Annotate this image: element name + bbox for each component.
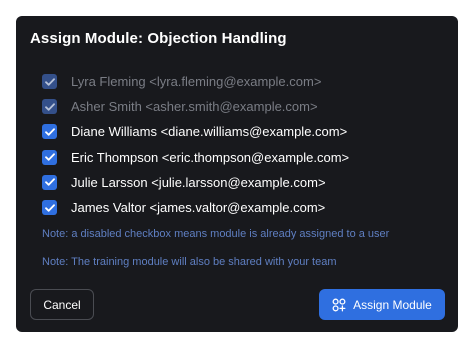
user-label: Lyra Fleming <lyra.fleming@example.com> [71,74,322,90]
assign-module-button[interactable]: Assign Module [319,289,445,320]
user-label: Julie Larsson <julie.larsson@example.com… [71,174,326,190]
checkmark-icon [44,178,55,187]
user-row[interactable]: Julie Larsson <julie.larsson@example.com… [42,170,442,195]
cancel-button[interactable]: Cancel [30,289,94,320]
user-label: Asher Smith <asher.smith@example.com> [71,99,318,115]
user-checkbox [42,74,57,90]
checkmark-icon [44,128,55,136]
dialog-title: Assign Module: Objection Handling [30,30,287,47]
user-row[interactable]: Eric Thompson <eric.thompson@example.com… [42,145,442,170]
assign-users-icon [332,298,346,312]
user-checkbox[interactable] [42,149,57,165]
disabled-checkbox-note: Note: a disabled checkbox means module i… [42,228,390,240]
user-list: Lyra Fleming <lyra.fleming@example.com> … [42,69,442,220]
cancel-button-label: Cancel [43,297,81,312]
team-share-note: Note: The training module will also be s… [42,256,337,268]
assign-module-dialog: Assign Module: Objection Handling Lyra F… [16,16,458,332]
checkmark-icon [44,103,55,111]
user-row[interactable]: Diane Williams <diane.williams@example.c… [42,119,442,144]
checkmark-icon [44,153,55,161]
user-row: Lyra Fleming <lyra.fleming@example.com> [42,69,442,94]
user-checkbox[interactable] [42,200,57,216]
user-label: Diane Williams <diane.williams@example.c… [71,124,348,140]
user-label: James Valtor <james.valtor@example.com> [71,200,326,216]
assign-module-button-label: Assign Module [353,297,432,312]
user-checkbox[interactable] [42,174,57,190]
checkmark-icon [44,203,55,212]
user-row[interactable]: James Valtor <james.valtor@example.com> [42,195,442,220]
user-label: Eric Thompson <eric.thompson@example.com… [71,149,350,165]
user-checkbox[interactable] [42,124,57,140]
user-row: Asher Smith <asher.smith@example.com> [42,94,442,119]
checkmark-icon [44,77,55,86]
user-checkbox [42,99,57,115]
